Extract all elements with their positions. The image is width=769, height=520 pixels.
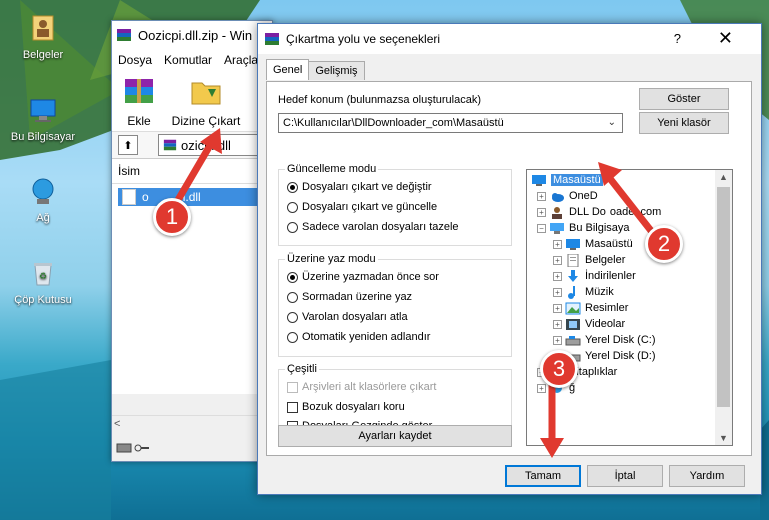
arrow-3-head: [540, 438, 564, 458]
step-badge-3: 3: [540, 350, 578, 388]
step-badge-2: 2: [645, 225, 683, 263]
arrow-1-shaft: [174, 140, 216, 202]
arrow-2-shaft: [605, 173, 655, 235]
step-badge-1: 1: [153, 198, 191, 236]
